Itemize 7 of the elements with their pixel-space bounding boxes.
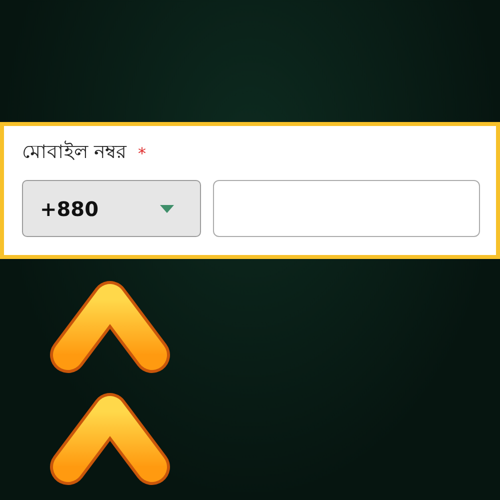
caret-icon — [160, 204, 174, 212]
required-mark: * — [138, 144, 146, 162]
phone-input[interactable] — [213, 180, 480, 237]
chevron-up-icon — [50, 279, 170, 375]
country-code-dropdown[interactable]: +880 — [22, 180, 202, 237]
chevron-up-icon — [50, 391, 170, 487]
field-label: মোবাইল নম্বর — [22, 140, 126, 165]
